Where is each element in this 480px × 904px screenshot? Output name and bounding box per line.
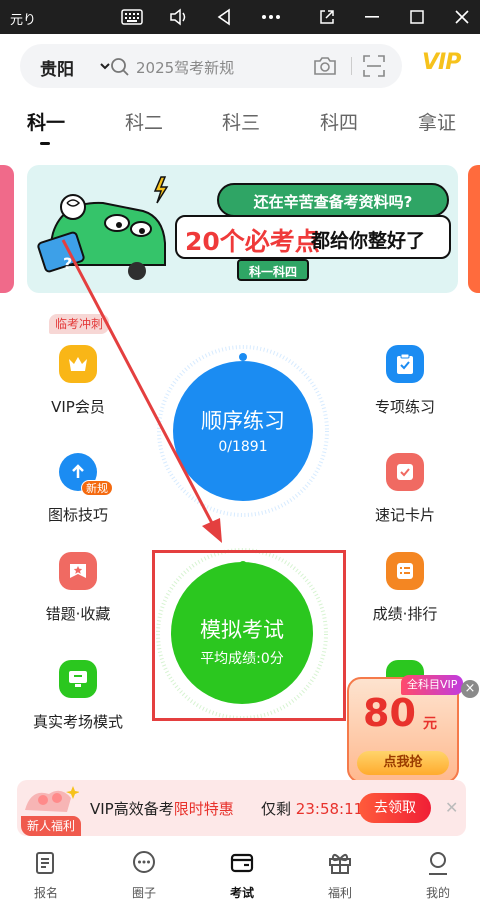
promo-grab-button[interactable]: 点我抢 bbox=[357, 751, 449, 775]
countdown-label: 仅剩 bbox=[261, 800, 292, 818]
claim-button[interactable]: 去领取 bbox=[359, 793, 431, 823]
gift-flower-icon bbox=[25, 786, 79, 812]
nav-circle-label: 圈子 bbox=[131, 886, 156, 900]
nav-welfare-label: 福利 bbox=[327, 886, 352, 900]
vip-bar-close-icon[interactable]: ✕ bbox=[445, 798, 458, 817]
nav-mine[interactable]: 我的 bbox=[408, 850, 468, 901]
countdown-timer: 23:58:11 bbox=[295, 800, 364, 818]
vip-promo-card[interactable]: 全科目VIP 80 元 点我抢 bbox=[347, 675, 464, 783]
nav-register-label: 报名 bbox=[33, 886, 58, 900]
profile-icon bbox=[429, 852, 447, 875]
promo-amount: 80 bbox=[363, 691, 416, 735]
nav-register[interactable]: 报名 bbox=[16, 850, 76, 901]
chat-icon bbox=[133, 851, 155, 873]
nav-exam[interactable]: 考试 bbox=[212, 850, 272, 901]
nav-welfare[interactable]: 福利 bbox=[310, 850, 370, 901]
nav-mine-label: 我的 bbox=[425, 886, 450, 900]
register-icon bbox=[36, 852, 54, 874]
gift-icon bbox=[329, 853, 351, 874]
promo-unit: 元 bbox=[423, 716, 437, 732]
newbie-badge: 新人福利 bbox=[21, 816, 82, 836]
vip-offer-highlight: 限时特惠 bbox=[173, 800, 234, 818]
countdown-text: 仅剩 23:58:11 bbox=[261, 798, 363, 819]
exam-icon bbox=[230, 853, 254, 873]
vip-offer-bar[interactable]: 新人福利 VIP高效备考限时特惠 仅剩 23:58:11 去领取 ✕ bbox=[17, 780, 466, 836]
vip-offer-text: VIP高效备考限时特惠 bbox=[90, 798, 234, 819]
annotation-highlight-box bbox=[152, 550, 346, 721]
nav-circle[interactable]: 圈子 bbox=[114, 850, 174, 901]
vip-offer-plain: VIP高效备考 bbox=[90, 800, 174, 818]
promo-close-icon[interactable]: × bbox=[461, 680, 479, 698]
bottom-nav: 报名 圈子 考试 福利 我的 bbox=[0, 838, 480, 904]
nav-exam-label: 考试 bbox=[229, 886, 254, 900]
